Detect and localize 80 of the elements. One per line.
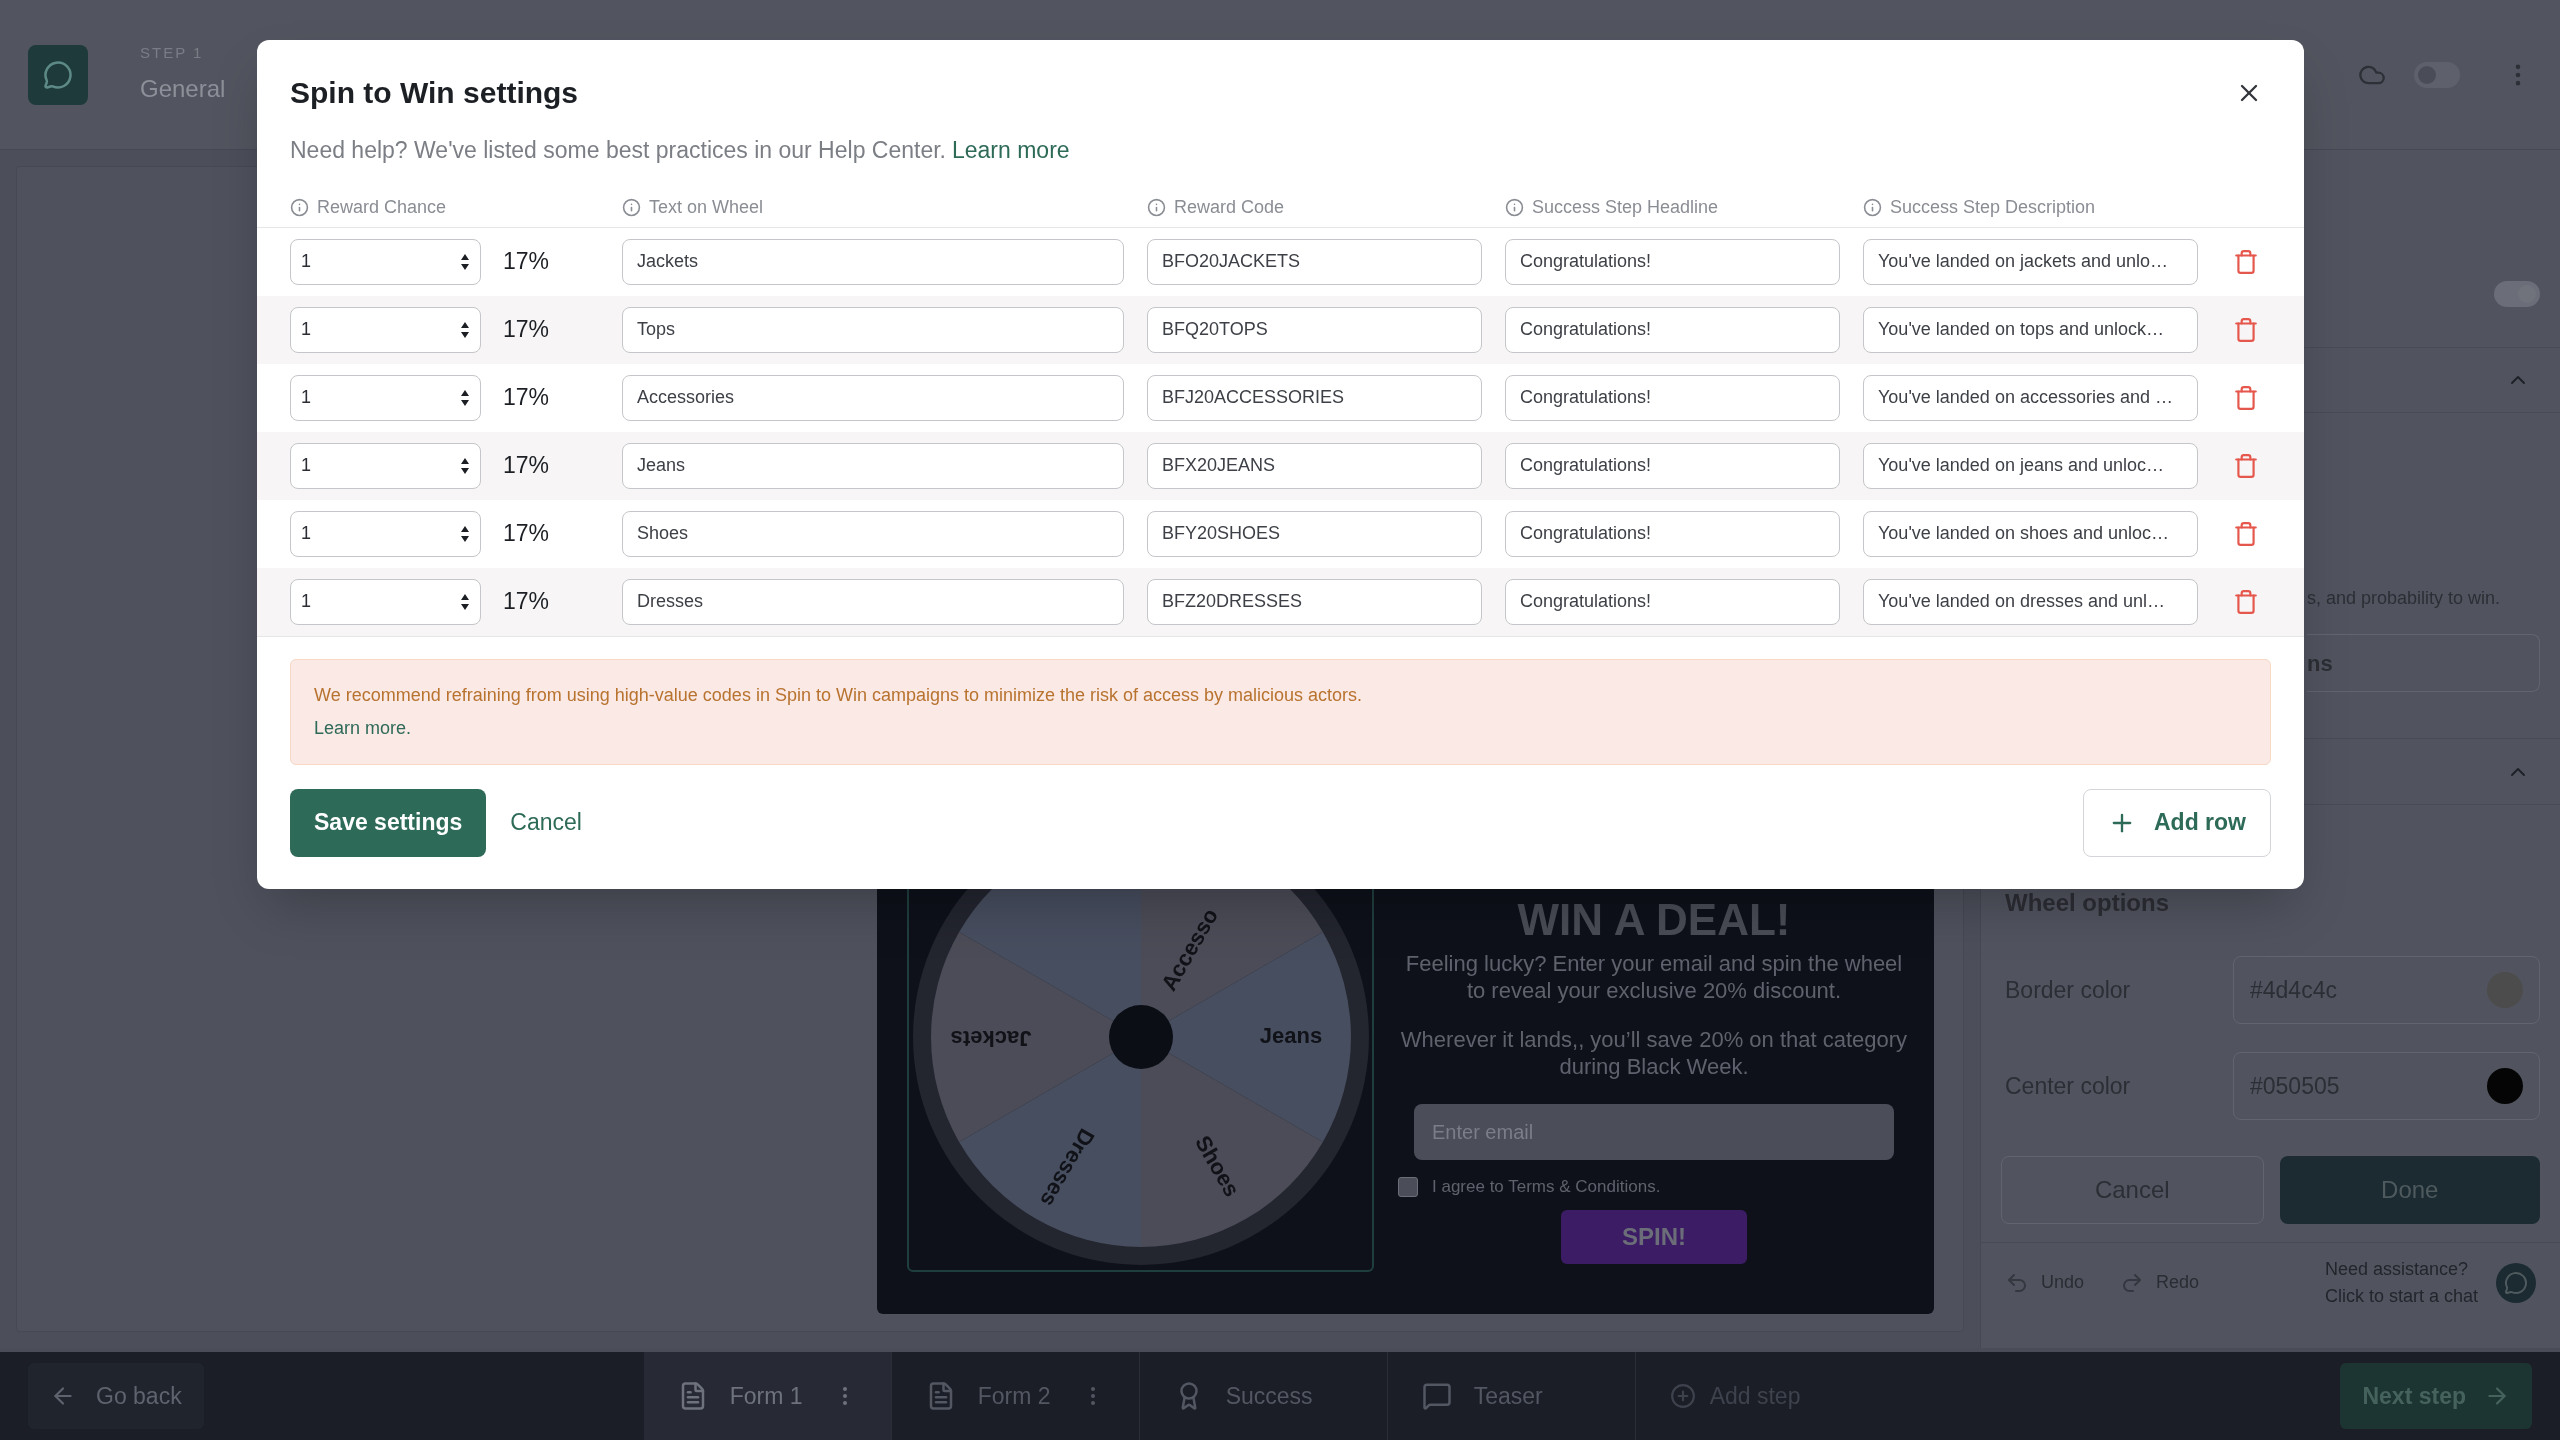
wheel-label: Jeans	[1259, 1022, 1322, 1048]
reward-code-field[interactable]: BFQ20TOPS	[1147, 306, 1482, 353]
chance-percent: 17%	[503, 519, 551, 549]
chance-percent: 17%	[503, 587, 551, 617]
chance-field[interactable]: 1	[290, 238, 481, 285]
chance-percent: 17%	[503, 315, 551, 345]
help-text: Need help? We've listed some best practices in our Help Center.	[290, 136, 946, 165]
description-field[interactable]: You've landed on jackets and unlo…	[1863, 238, 2198, 285]
chance-percent: 17%	[503, 247, 551, 277]
description-field[interactable]: You've landed on tops and unlock…	[1863, 306, 2198, 353]
message-icon	[1421, 1381, 1452, 1411]
step-label: Form 2	[977, 1381, 1051, 1411]
wheel-text-field[interactable]: Shoes	[622, 510, 1124, 557]
wheel-text-field[interactable]: Dresses	[622, 578, 1124, 625]
popup-headline: WIN A DEAL!	[1517, 896, 1791, 944]
column-header: Success Step Description	[1890, 195, 2096, 219]
add-row-button[interactable]: Add row	[2083, 788, 2271, 857]
terms-label: I agree to Terms & Conditions.	[1432, 1176, 1661, 1198]
chance-percent: 17%	[503, 451, 551, 481]
terms-checkbox[interactable]	[1398, 1176, 1418, 1197]
chat-icon	[2504, 1270, 2528, 1295]
cancel-button[interactable]: Cancel	[510, 805, 582, 840]
description-field[interactable]: You've landed on jeans and unloc…	[1863, 442, 2198, 489]
reward-code-field[interactable]: BFO20JACKETS	[1147, 238, 1482, 285]
wheel-text-field[interactable]: Jeans	[622, 442, 1124, 489]
reward-code-field[interactable]: BFZ20DRESSES	[1147, 578, 1482, 625]
logo-icon[interactable]	[28, 44, 88, 105]
step-label: Success	[1225, 1381, 1313, 1411]
help-link[interactable]: Learn more	[952, 133, 1070, 168]
popup-paragraph: Feeling lucky? Enter your email and spin the wheel to reveal your exclusive 20% discount.	[1404, 950, 1904, 1004]
info-icon[interactable]	[290, 197, 309, 217]
description-field[interactable]: You've landed on shoes and unloc…	[1863, 510, 2198, 557]
headline-field[interactable]: Congratulations!	[1505, 238, 1840, 285]
add-icon[interactable]	[1669, 1383, 1696, 1409]
warning-text: We recommend refraining from using high-value codes in Spin to Win campaigns to minimize the risk of access by malicious actors.	[314, 683, 1364, 707]
wheel-text-field[interactable]: Tops	[622, 306, 1124, 353]
delete-icon[interactable]	[2233, 520, 2259, 547]
reward-code-field[interactable]: BFY20SHOES	[1147, 510, 1482, 557]
delete-icon[interactable]	[2233, 384, 2259, 411]
reward-code-field[interactable]: BFJ20ACCESSORIES	[1147, 374, 1482, 421]
chat-button[interactable]	[2496, 1262, 2536, 1303]
delete-icon[interactable]	[2233, 588, 2259, 615]
chat-bubble-icon	[43, 59, 73, 90]
chance-percent: 17%	[503, 383, 551, 413]
toggle-switch[interactable]	[2494, 280, 2540, 307]
chance-field[interactable]: 1	[290, 442, 481, 489]
column-header: Text on Wheel	[649, 195, 764, 219]
description-field[interactable]: You've landed on dresses and unl…	[1863, 578, 2198, 625]
step-label: Form 1	[729, 1381, 803, 1411]
info-icon[interactable]	[1505, 197, 1524, 217]
step-name: General	[140, 73, 226, 104]
info-icon[interactable]	[622, 197, 641, 217]
delete-icon[interactable]	[2233, 316, 2259, 343]
chance-field[interactable]: 1	[290, 578, 481, 625]
chance-field[interactable]: 1	[290, 510, 481, 557]
wheel-label: Jackets	[950, 1026, 1031, 1052]
column-header: Reward Code	[1174, 195, 1285, 219]
chance-field[interactable]: 1	[290, 306, 481, 353]
info-icon[interactable]	[1147, 197, 1166, 217]
info-icon[interactable]	[1863, 197, 1882, 217]
dialog-title: Spin to Win settings	[290, 75, 579, 111]
description-field[interactable]: You've landed on accessories and …	[1863, 374, 2198, 421]
warning-link[interactable]: Learn more.	[314, 714, 412, 742]
chance-field[interactable]: 1	[290, 374, 481, 421]
popup-paragraph: Wherever it lands,, you’ll save 20% on that category during Black Week.	[1399, 1026, 1909, 1080]
column-header: Success Step Headline	[1532, 195, 1719, 219]
reward-code-field[interactable]: BFX20JEANS	[1147, 442, 1482, 489]
headline-field[interactable]: Congratulations!	[1505, 374, 1840, 421]
color-swatch[interactable]	[2487, 1068, 2523, 1104]
wheel-text-field[interactable]: Accessories	[622, 374, 1124, 421]
delete-icon[interactable]	[2233, 248, 2259, 275]
headline-field[interactable]: Congratulations!	[1505, 306, 1840, 353]
headline-field[interactable]: Congratulations!	[1505, 578, 1840, 625]
headline-field[interactable]: Congratulations!	[1505, 510, 1840, 557]
headline-field[interactable]: Congratulations!	[1505, 442, 1840, 489]
column-header: Reward Chance	[317, 195, 447, 219]
delete-icon[interactable]	[2233, 452, 2259, 479]
wheel-text-field[interactable]: Jackets	[622, 238, 1124, 285]
step-label: Teaser	[1473, 1381, 1543, 1411]
save-button[interactable]: Save settings	[290, 788, 487, 857]
